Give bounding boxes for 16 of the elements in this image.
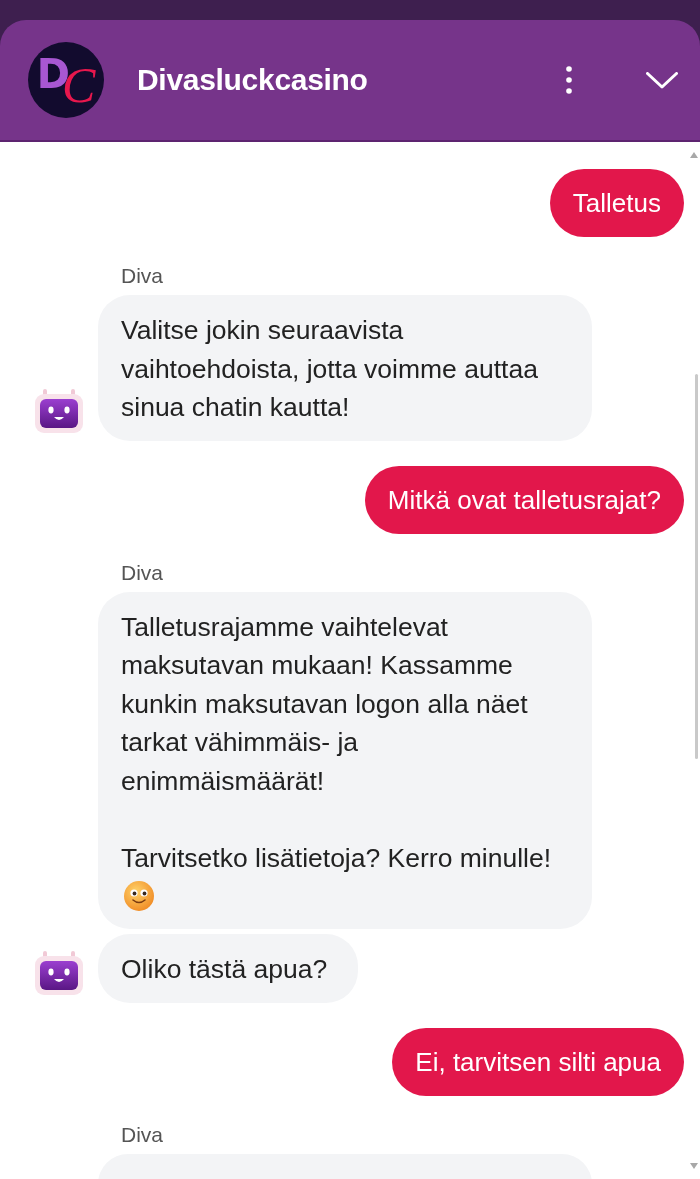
scroll-down-icon[interactable] (690, 1163, 698, 1169)
sender-name: Diva (121, 560, 163, 585)
user-message: Ei, tarvitsen silti apua (392, 1027, 684, 1096)
sender-name: Diva (121, 1122, 163, 1147)
chat-title: Divasluckcasino (137, 63, 368, 97)
user-message: Talletus (549, 169, 684, 237)
chevron-down-icon (646, 71, 678, 89)
vertical-dots-icon (566, 66, 572, 94)
scrollbar-thumb[interactable] (694, 374, 698, 759)
scroll-up-icon[interactable] (690, 152, 698, 158)
message-text: Talletusrajamme vaihtelevat maksutavan mukaan! Kassamme kunkin maksutavan logon alla näet tarkat vähimmäis- ja enimmäismäärät! (121, 610, 529, 798)
message-text: Valitse jokin seuraavista vaihtoehdoista, jotta voimme auttaa sinua chatin kautta! (121, 314, 539, 424)
message-text: Oliko tästä apua? (121, 953, 328, 986)
message-text: Tarvitsetko lisätietoja? Kerro minulle! (121, 841, 553, 875)
user-message: Mitkä ovat talletusrajat? (364, 465, 684, 534)
sender-name: Diva (121, 264, 163, 288)
